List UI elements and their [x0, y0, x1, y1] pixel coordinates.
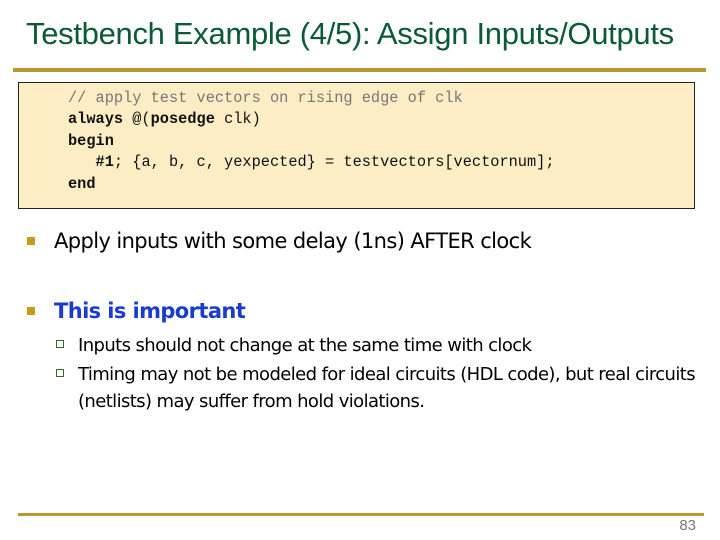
code-keyword: end [68, 174, 96, 193]
code-line: always @(posedge clk) [68, 109, 694, 130]
code-keyword: always [68, 110, 124, 129]
bullet-item: This is important [27, 297, 246, 325]
code-line: begin [68, 131, 694, 152]
hollow-square-bullet-icon [56, 369, 64, 377]
square-bullet-icon [27, 237, 35, 245]
title-divider [13, 68, 706, 72]
code-comment: // apply test vectors on rising edge of … [68, 89, 463, 107]
footer-divider [18, 513, 704, 516]
code-keyword: #1 [95, 153, 114, 172]
page-number: 83 [679, 517, 696, 534]
sub-bullet-item: Inputs should not change at the same tim… [56, 332, 698, 359]
sub-bullet-text: Timing may not be modeled for ideal circ… [78, 364, 696, 412]
code-line: #1; {a, b, c, yexpected} = testvectors[v… [68, 152, 694, 173]
code-line: end [68, 174, 694, 195]
code-keyword: posedge [150, 110, 215, 129]
code-text: ; {a, b, c, yexpected} = testvectors[vec… [113, 153, 555, 172]
square-bullet-icon [27, 307, 35, 315]
code-text: @( [123, 110, 151, 129]
hollow-square-bullet-icon [56, 340, 64, 348]
code-keyword: begin [68, 131, 114, 150]
code-block: // apply test vectors on rising edge of … [18, 82, 695, 209]
code-line: // apply test vectors on rising edge of … [68, 88, 694, 109]
slide-title: Testbench Example (4/5): Assign Inputs/O… [26, 16, 674, 51]
bullet-text-emphasis: This is important [54, 299, 246, 323]
sub-bullet-text: Inputs should not change at the same tim… [78, 335, 532, 356]
sub-bullet-item: Timing may not be modeled for ideal circ… [56, 361, 698, 415]
code-text: clk) [214, 110, 261, 129]
bullet-item: Apply inputs with some delay (1ns) AFTER… [27, 227, 532, 255]
bullet-text: Apply inputs with some delay (1ns) AFTER… [54, 229, 532, 253]
